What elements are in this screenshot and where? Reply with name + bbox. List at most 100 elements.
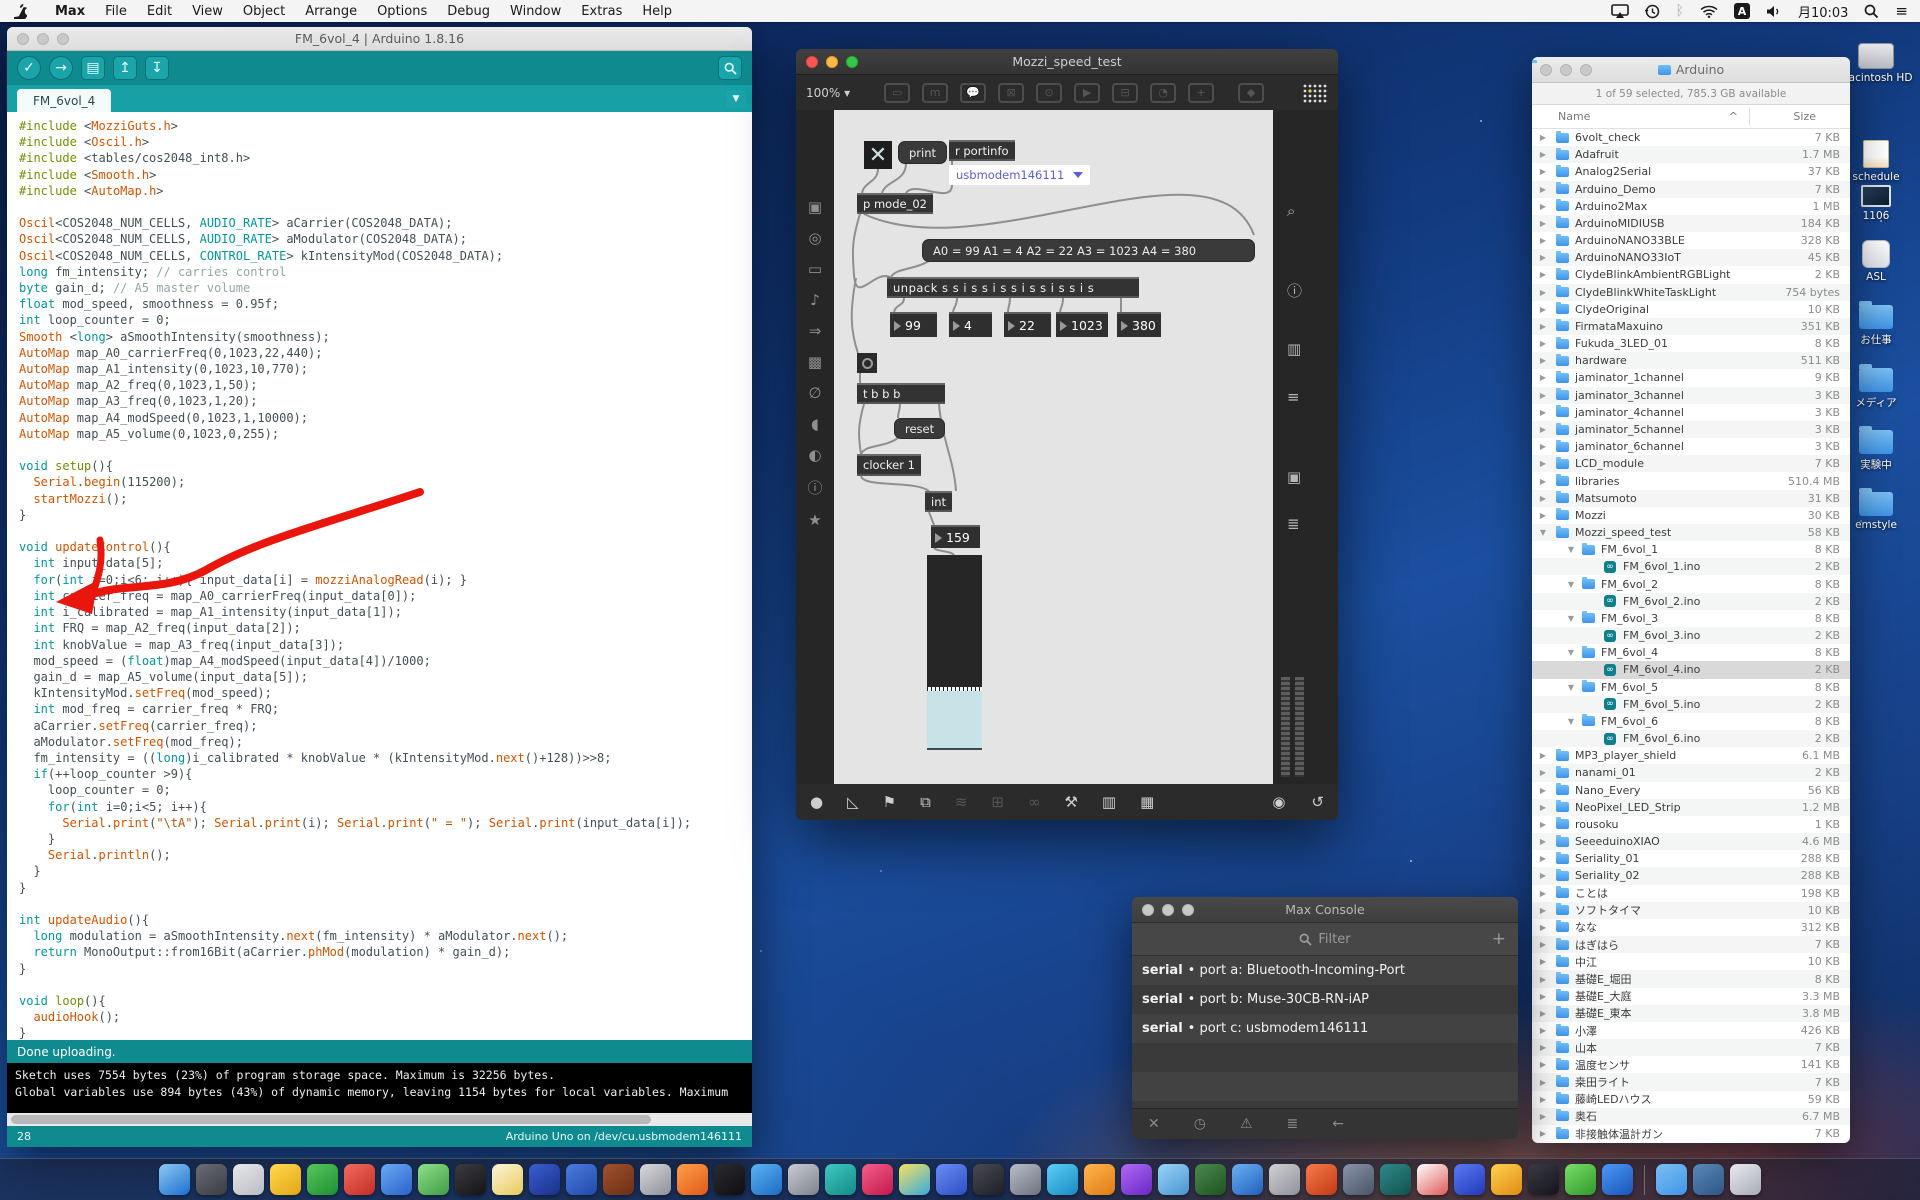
- dock-icon-app[interactable]: [640, 1164, 671, 1195]
- file-name[interactable]: LCD_module: [1575, 457, 1644, 470]
- file-name[interactable]: ことは: [1575, 885, 1608, 901]
- disclosure-triangle-open-icon[interactable]: ▼: [1566, 648, 1576, 657]
- file-row[interactable]: ▶ Mozzi 30 KB: [1532, 507, 1850, 524]
- file-row[interactable]: ▶ 6volt_check 7 KB: [1532, 129, 1850, 146]
- file-row[interactable]: ∞ FM_6vol_4.ino 2 KB: [1532, 661, 1850, 679]
- paint-icon[interactable]: ◆: [1238, 82, 1265, 103]
- file-row[interactable]: ▶ ArduinoMIDIUSB 184 KB: [1532, 214, 1850, 233]
- disclosure-triangle-icon[interactable]: ▶: [1538, 940, 1548, 949]
- photo-icon[interactable]: [1861, 185, 1891, 207]
- disclosure-triangle-icon[interactable]: ▶: [1538, 871, 1548, 880]
- file-row[interactable]: ∞ FM_6vol_3.ino 2 KB: [1532, 626, 1850, 645]
- disclosure-triangle-icon[interactable]: ▶: [1538, 1026, 1548, 1035]
- file-row[interactable]: ▶ 奥石 6.7 MB: [1532, 1107, 1850, 1125]
- file-row[interactable]: ▶ 基礎E_東本 3.8 MB: [1532, 1004, 1850, 1022]
- receive-portinfo-object[interactable]: r portinfo: [949, 140, 1015, 161]
- code-editor[interactable]: #include <MozziGuts.h> #include <Oscil.h>…: [7, 112, 752, 1040]
- file-row[interactable]: ∞ FM_6vol_1.ino 2 KB: [1532, 558, 1850, 576]
- snapshot-camera-icon[interactable]: ▣: [1287, 468, 1301, 486]
- file-name[interactable]: FM_6vol_1.ino: [1623, 560, 1700, 573]
- filter-field[interactable]: Filter: [1299, 932, 1351, 947]
- disclosure-triangle-icon[interactable]: ▶: [1538, 356, 1548, 365]
- dock-icon-app[interactable]: [1306, 1164, 1337, 1195]
- file-row[interactable]: ▶ Arduino2Max 1 MB: [1532, 198, 1850, 215]
- toggle-object[interactable]: ✕: [864, 141, 892, 169]
- airplay-icon[interactable]: [1610, 4, 1629, 18]
- file-row[interactable]: ▶ jaminator_6channel 3 KB: [1532, 438, 1850, 455]
- disclosure-triangle-icon[interactable]: ▶: [1538, 1095, 1548, 1104]
- disclosure-triangle-icon[interactable]: ▶: [1538, 305, 1548, 314]
- disclosure-triangle-icon[interactable]: ▶: [1538, 957, 1548, 966]
- file-name[interactable]: FM_6vol_6.ino: [1623, 732, 1700, 745]
- file-row[interactable]: ▶ ArduinoNANO33IoT 45 KB: [1532, 249, 1850, 267]
- select-cursor-icon[interactable]: ◺: [847, 793, 859, 811]
- file-name[interactable]: FM_6vol_6: [1601, 715, 1658, 728]
- menu-item-arrange[interactable]: Arrange: [295, 4, 367, 19]
- file-row[interactable]: ▶ ClydeBlinkWhiteTaskLight 754 bytes: [1532, 283, 1850, 301]
- open-button[interactable]: ↥: [113, 56, 137, 80]
- file-name[interactable]: Seriality_02: [1575, 869, 1640, 882]
- disclosure-triangle-icon[interactable]: ▶: [1538, 992, 1548, 1001]
- file-row[interactable]: ▼ FM_6vol_3 8 KB: [1532, 610, 1850, 627]
- dock-icon-app[interactable]: [344, 1164, 375, 1195]
- console-log-rows[interactable]: serial • port a: Bluetooth-Incoming-Port…: [1132, 956, 1518, 1108]
- file-row[interactable]: ▶ rousoku 1 KB: [1532, 816, 1850, 833]
- bluetooth-icon[interactable]: ᛒ: [1676, 3, 1684, 19]
- file-name[interactable]: Matsumoto: [1575, 492, 1637, 505]
- dial-icon[interactable]: ◔: [1150, 82, 1177, 103]
- number-box-a4[interactable]: 380: [1117, 312, 1161, 337]
- disclosure-triangle-icon[interactable]: ▶: [1538, 253, 1548, 262]
- volume-icon[interactable]: [1766, 5, 1782, 18]
- disclosure-triangle-icon[interactable]: ▶: [1538, 185, 1548, 194]
- patcher-canvas[interactable]: ✕ print r portinfo usbmodem146111 p mode…: [834, 110, 1273, 784]
- disclosure-triangle-icon[interactable]: ▶: [1538, 803, 1548, 812]
- disclosure-triangle-icon[interactable]: ▶: [1538, 906, 1548, 915]
- sensor-values-message[interactable]: A0 = 99 A1 = 4 A2 = 22 A3 = 1023 A4 = 38…: [922, 239, 1255, 262]
- attach-icon[interactable]: ∅: [808, 384, 821, 402]
- file-row[interactable]: ▶ jaminator_1channel 9 KB: [1532, 369, 1850, 386]
- disclosure-triangle-open-icon[interactable]: ▼: [1566, 580, 1576, 589]
- dock-icon-app[interactable]: [973, 1164, 1004, 1195]
- file-name[interactable]: 山本: [1575, 1040, 1597, 1056]
- slider-object[interactable]: [927, 555, 982, 687]
- disclosure-triangle-icon[interactable]: ▶: [1538, 820, 1548, 829]
- dock-icon-app[interactable]: [1158, 1164, 1189, 1195]
- upload-button[interactable]: →: [49, 56, 73, 80]
- file-row[interactable]: ▶ 非接触体温計ガン 7 KB: [1532, 1125, 1850, 1142]
- audio-note-icon[interactable]: ♪: [810, 291, 820, 309]
- dock-icon-app[interactable]: [381, 1164, 412, 1195]
- dock-icon-app[interactable]: [455, 1164, 486, 1195]
- disclosure-triangle-open-icon[interactable]: ▼: [1566, 717, 1576, 726]
- dock-icon-app[interactable]: [714, 1164, 745, 1195]
- dock-icon-folder-documents[interactable]: [1693, 1164, 1724, 1195]
- file-row[interactable]: ▶ Nano_Every 56 KB: [1532, 782, 1850, 799]
- dock-icon-app[interactable]: [1380, 1164, 1411, 1195]
- white-icon[interactable]: [1862, 240, 1890, 268]
- grid-snap-icon[interactable]: ⊞: [991, 793, 1004, 811]
- counter-number-box[interactable]: 159: [931, 525, 980, 548]
- dock-icon-app[interactable]: [1565, 1164, 1596, 1195]
- lock-icon[interactable]: ●: [810, 793, 823, 811]
- file-name[interactable]: NeoPixel_LED_Strip: [1575, 801, 1681, 814]
- add-filter-button[interactable]: +: [1492, 929, 1506, 949]
- dock-icon-app[interactable]: [529, 1164, 560, 1195]
- disclosure-triangle-icon[interactable]: ▶: [1538, 150, 1548, 159]
- file-name[interactable]: ClydeBlinkAmbientRGBLight: [1575, 268, 1731, 281]
- monitor-icon[interactable]: ▭: [808, 260, 822, 278]
- grid-toggle-icon[interactable]: [1302, 83, 1328, 103]
- mixer-icon[interactable]: ≣: [1287, 515, 1300, 533]
- contrast-icon[interactable]: ◐: [808, 446, 821, 464]
- file-row[interactable]: ∞ FM_6vol_6.ino 2 KB: [1532, 730, 1850, 748]
- clear-console-icon[interactable]: ✕: [1148, 1116, 1160, 1132]
- disclosure-triangle-icon[interactable]: ▶: [1538, 837, 1548, 846]
- power-icon[interactable]: ↺: [1311, 793, 1324, 811]
- file-row[interactable]: ▶ 中江 10 KB: [1532, 953, 1850, 970]
- add-object-icon[interactable]: +: [1188, 82, 1215, 103]
- disclosure-triangle-icon[interactable]: ▶: [1538, 219, 1548, 228]
- fold-icon[interactable]: [1859, 364, 1893, 392]
- disclosure-triangle-icon[interactable]: ▶: [1538, 339, 1548, 348]
- disclosure-triangle-icon[interactable]: ▶: [1538, 477, 1548, 486]
- compiler-console[interactable]: Sketch uses 7554 bytes (23%) of program …: [7, 1063, 752, 1113]
- disclosure-triangle-open-icon[interactable]: ▼: [1566, 683, 1576, 692]
- file-row[interactable]: ▶ FirmataMaxuino 351 KB: [1532, 317, 1850, 336]
